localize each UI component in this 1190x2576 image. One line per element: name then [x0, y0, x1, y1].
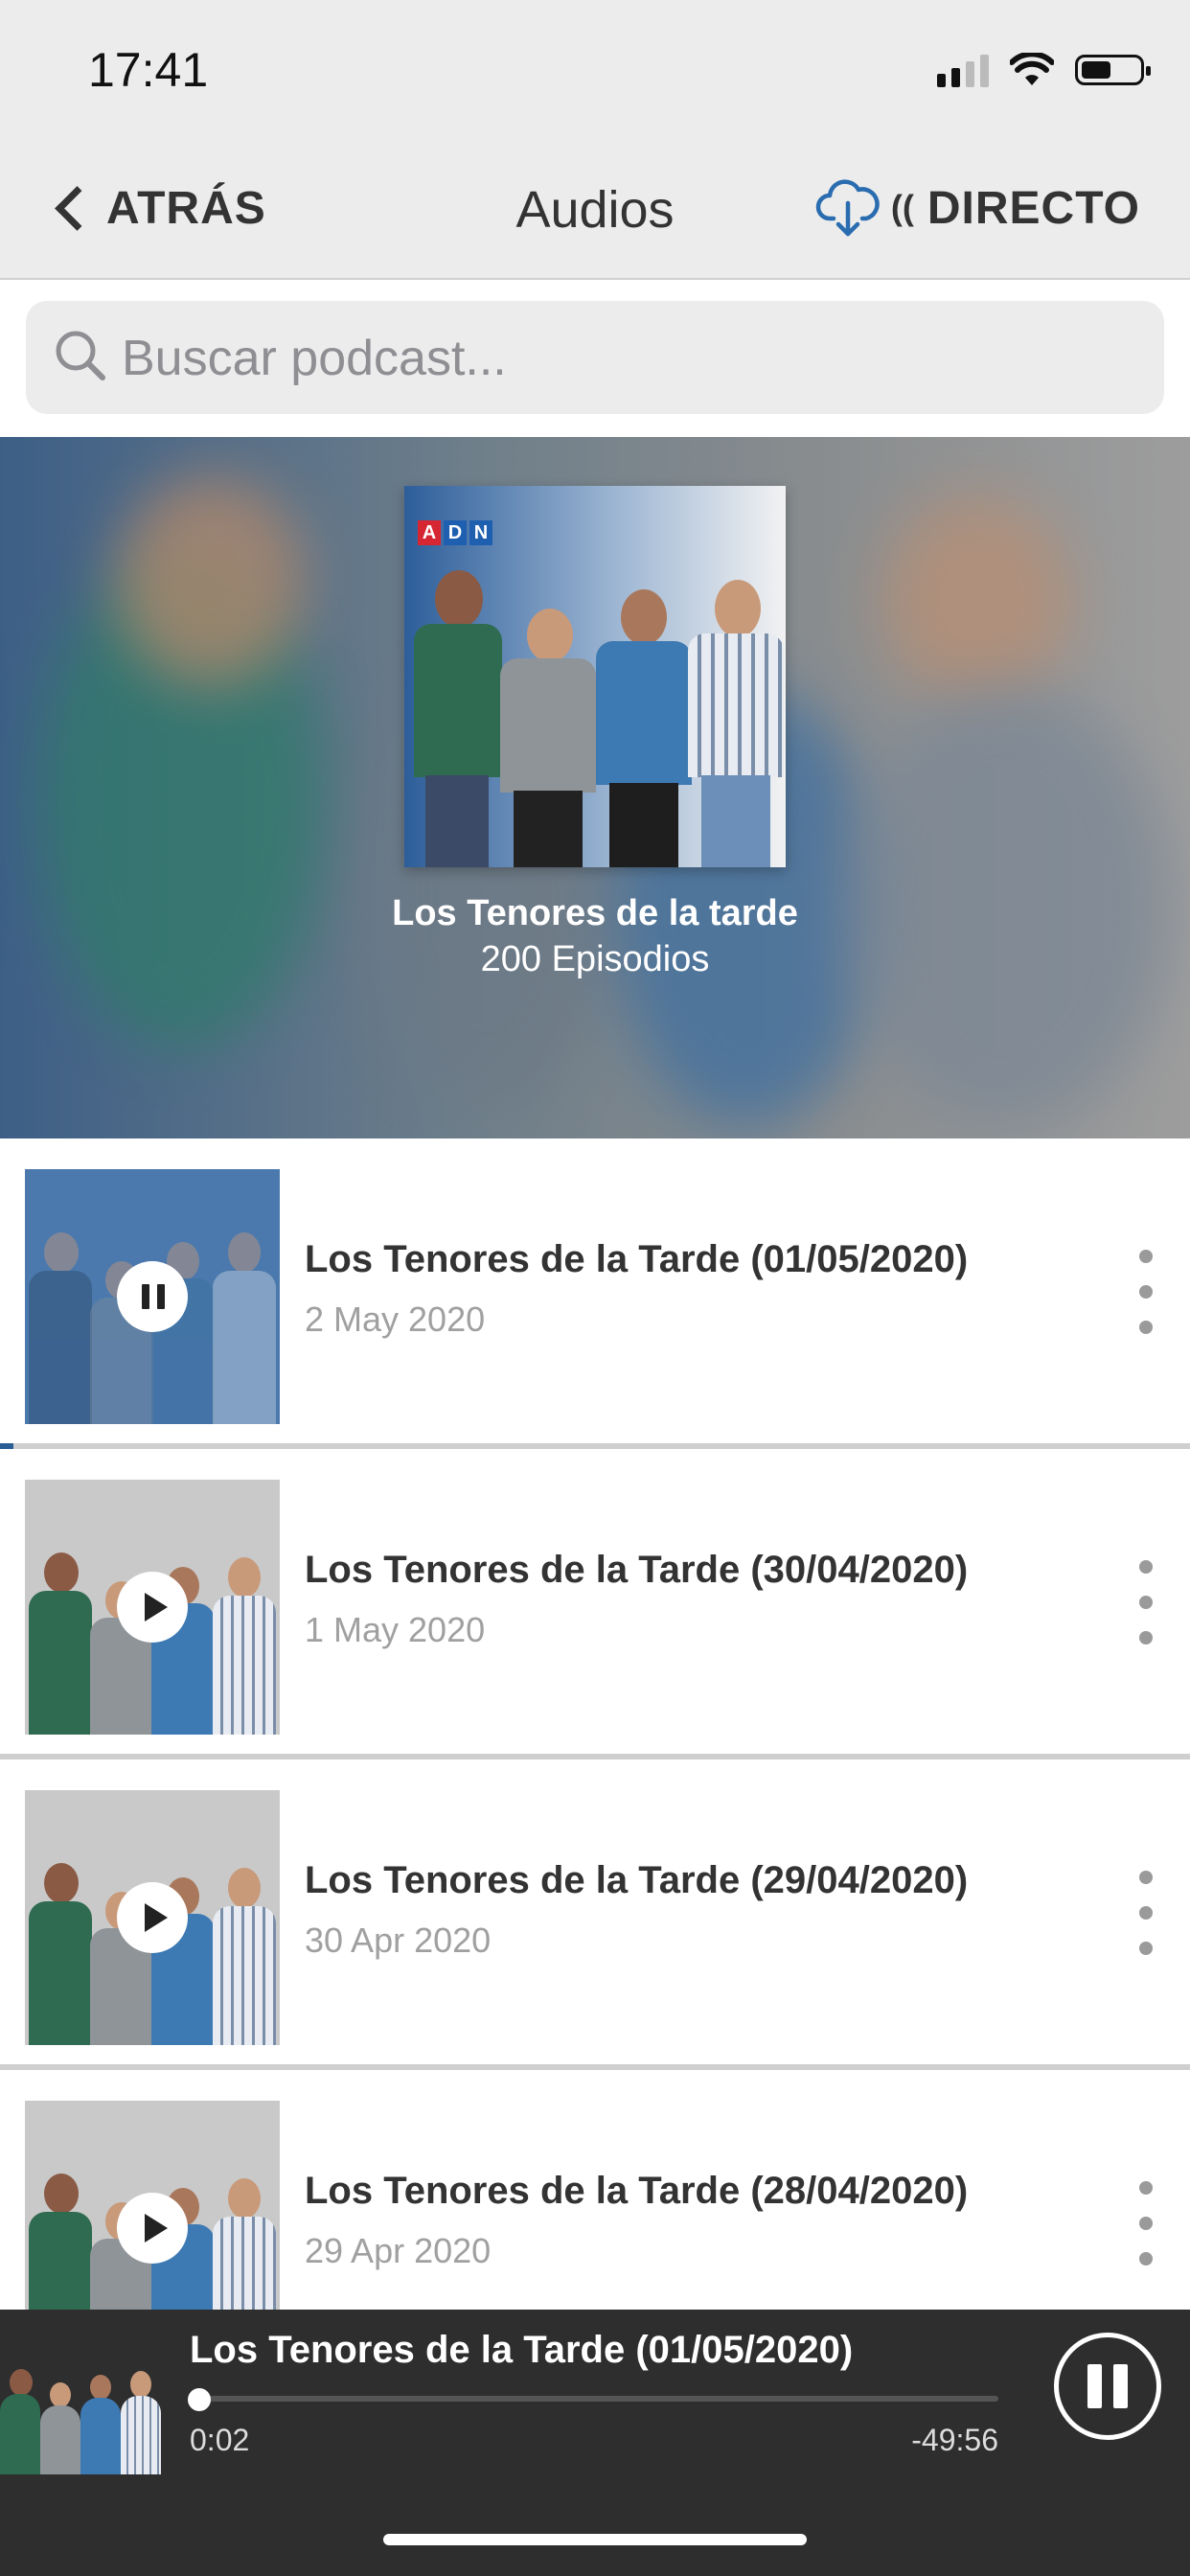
podcast-header: A D N Los Tenores de la tarde 200 Episod… — [0, 437, 1190, 1138]
episode-title: Los Tenores de la Tarde (01/05/2020) — [305, 1238, 969, 1280]
podcast-title: Los Tenores de la tarde — [392, 893, 798, 933]
episode-title: Los Tenores de la Tarde (28/04/2020) — [305, 2170, 969, 2212]
search-bar — [26, 301, 1164, 414]
episode-date: 1 May 2020 — [305, 1610, 486, 1649]
episode-thumbnail — [25, 1169, 280, 1424]
status-bar: 17:41 — [0, 0, 1190, 144]
pause-icon — [142, 1284, 165, 1309]
wifi-icon — [1010, 53, 1054, 85]
play-button[interactable] — [117, 2193, 188, 2264]
more-options-icon[interactable] — [1136, 1871, 1156, 1955]
navigation-bar: ATRÁS Audios (( DIRECTO — [0, 144, 1190, 280]
remaining-time: -49:56 — [911, 2423, 998, 2457]
more-options-icon[interactable] — [1136, 1560, 1156, 1644]
episode-title: Los Tenores de la Tarde (29/04/2020) — [305, 1859, 969, 1901]
episode-thumbnail — [25, 1790, 280, 2045]
search-input[interactable] — [120, 324, 1139, 393]
live-button[interactable]: (( DIRECTO — [814, 174, 1140, 242]
home-indicator — [383, 2534, 807, 2545]
episode-date: 2 May 2020 — [305, 1300, 486, 1339]
player-scrubber-handle[interactable] — [188, 2388, 211, 2411]
episode-row[interactable]: Los Tenores de la Tarde (30/04/2020) 1 M… — [0, 1449, 1190, 1760]
pause-icon — [1087, 2364, 1128, 2408]
more-options-icon[interactable] — [1136, 2181, 1156, 2266]
cellular-signal-icon — [937, 53, 989, 87]
episode-date: 29 Apr 2020 — [305, 2231, 492, 2270]
episode-thumbnail — [25, 1480, 280, 1735]
live-label: DIRECTO — [927, 182, 1140, 234]
play-button[interactable] — [117, 1882, 188, 1953]
more-options-icon[interactable] — [1136, 1250, 1156, 1334]
player-title: Los Tenores de la Tarde (01/05/2020) — [190, 2329, 854, 2371]
play-icon — [145, 1903, 168, 1932]
episode-row[interactable]: Los Tenores de la Tarde (01/05/2020) 2 M… — [0, 1138, 1190, 1449]
pause-button[interactable] — [117, 1261, 188, 1332]
player-progress-track[interactable] — [190, 2396, 998, 2402]
episode-title: Los Tenores de la Tarde (30/04/2020) — [305, 1549, 969, 1591]
status-icons — [937, 53, 1151, 87]
elapsed-time: 0:02 — [190, 2423, 250, 2457]
status-time: 17:41 — [88, 43, 209, 97]
play-icon — [145, 1593, 168, 1622]
player-pause-button[interactable] — [1054, 2333, 1161, 2440]
download-cloud-icon[interactable] — [814, 174, 881, 242]
broadcast-icon: (( — [890, 188, 914, 227]
episode-row[interactable]: Los Tenores de la Tarde (29/04/2020) 30 … — [0, 1760, 1190, 2070]
mini-player: Los Tenores de la Tarde (01/05/2020) 0:0… — [0, 2310, 1190, 2576]
play-icon — [145, 2214, 168, 2242]
search-icon — [56, 331, 105, 380]
battery-icon — [1075, 55, 1151, 85]
episode-date: 30 Apr 2020 — [305, 1920, 492, 1960]
player-thumbnail — [0, 2350, 163, 2474]
podcast-cover-art: A D N — [404, 486, 786, 867]
play-button[interactable] — [117, 1572, 188, 1643]
episode-count: 200 Episodios — [480, 939, 710, 979]
adn-logo: A D N — [418, 520, 492, 545]
